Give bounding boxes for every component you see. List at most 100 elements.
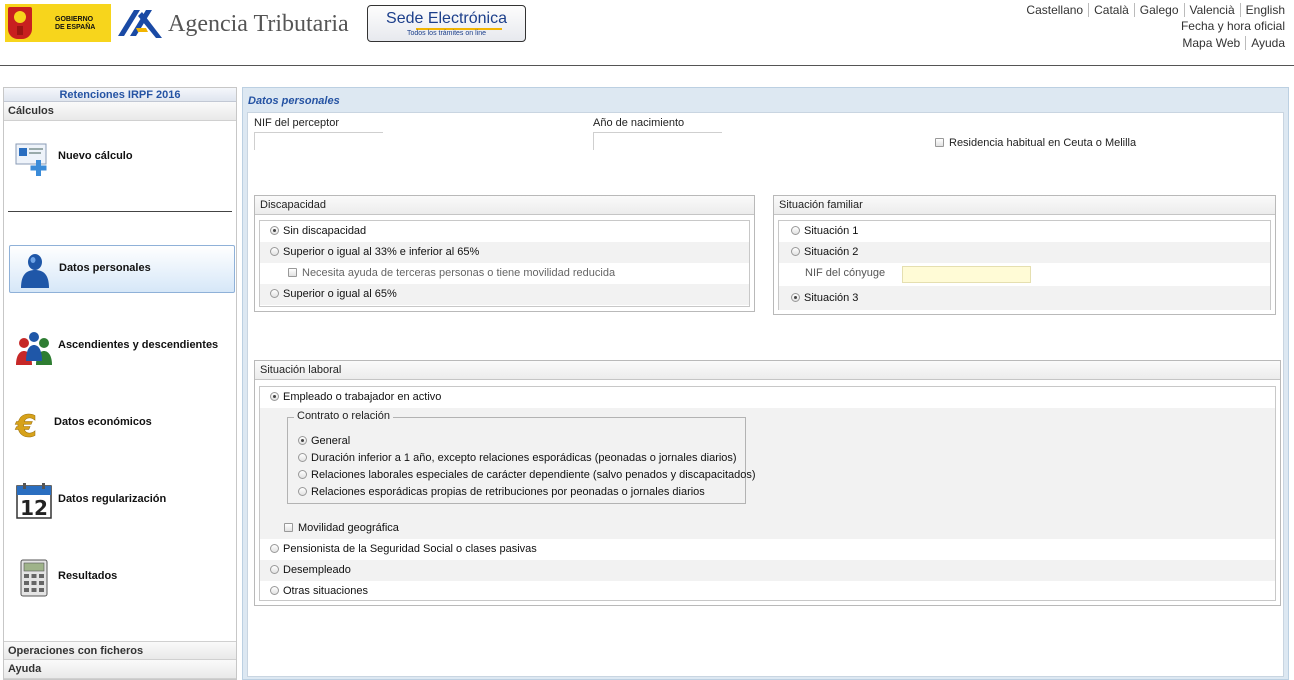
discapacidad-33-65-radio[interactable] [270,247,279,256]
list-item: Desempleado [260,560,1275,581]
nif-perceptor-input[interactable] [254,132,383,150]
discapacidad-title: Discapacidad [255,196,754,215]
ayuda-terceras-personas-option[interactable]: Necesita ayuda de terceras personas o ti… [288,267,615,279]
pensionista-radio[interactable] [270,544,279,553]
ayuda-terceras-checkbox[interactable] [288,268,297,277]
situacion-3-radio[interactable] [791,293,800,302]
gob-line2: DE ESPAÑA [55,24,96,31]
pensionista-option[interactable]: Pensionista de la Seguridad Social o cla… [270,543,537,555]
situacion-2-option[interactable]: Situación 2 [791,246,858,258]
fecha-hora-link[interactable]: Fecha y hora oficial [1181,19,1285,33]
contrato-general-option[interactable]: General [298,435,350,447]
list-item: Otras situaciones [260,581,1275,602]
discapacidad-33-65-option[interactable]: Superior o igual al 33% e inferior al 65… [270,246,479,258]
calendar-icon: 12 [16,483,52,520]
list-item: Necesita ayuda de terceras personas o ti… [260,263,749,284]
movilidad-checkbox[interactable] [284,523,293,532]
discapacidad-options: Sin discapacidad Superior o igual al 33%… [259,220,750,307]
list-item: Situación 3 [779,286,1270,310]
option-label: Pensionista de la Seguridad Social o cla… [283,543,537,555]
option-label: Otras situaciones [283,585,368,597]
option-label: General [311,435,351,447]
nif-conyuge-input[interactable] [902,266,1031,283]
sidebar-item-datos-regularizacion[interactable]: 12 Datos regularización [9,477,235,525]
residencia-checkbox[interactable] [935,138,944,147]
sede-electronica-button[interactable]: Sede Electrónica Todos los trámites on l… [367,5,526,42]
sidebar-item-label: Datos económicos [54,416,152,428]
contrato-inferior-radio[interactable] [298,453,307,462]
sidebar-title: Retenciones IRPF 2016 [4,88,236,102]
situacion-1-option[interactable]: Situación 1 [791,225,858,237]
site-header: GOBIERNO DE ESPAÑA Agencia Tributaria Se… [0,0,1294,66]
option-label: Relaciones esporádicas propias de retrib… [311,486,705,498]
ayuda-link[interactable]: Ayuda [1245,36,1285,50]
desempleado-radio[interactable] [270,565,279,574]
list-item: Superior o igual al 65% [260,284,749,305]
sidebar-divider [8,211,232,212]
contrato-area: Contrato o relación General Duración inf… [260,408,1275,539]
lang-castellano[interactable]: Castellano [1026,3,1083,17]
movilidad-geografica-option[interactable]: Movilidad geográfica [284,522,399,534]
contrato-inferior-1-anio-option[interactable]: Duración inferior a 1 año, excepto relac… [298,452,737,464]
sidebar-item-label: Ascendientes y descendientes [58,339,219,351]
sin-discapacidad-radio[interactable] [270,226,279,235]
sidebar-item-label: Resultados [58,570,118,582]
situacion-laboral-fieldset: Situación laboral Empleado o trabajador … [254,360,1281,606]
sidebar-item-resultados[interactable]: Resultados [9,554,235,602]
lang-valencia[interactable]: Valencià [1183,3,1235,17]
sidebar-item-datos-personales[interactable]: Datos personales [9,245,235,293]
option-label: Superior o igual al 33% e inferior al 65… [283,246,480,258]
gobierno-logo-text: GOBIERNO DE ESPAÑA [55,16,95,32]
sidebar-item-label: Datos regularización [58,493,167,505]
sidebar-item-ascendientes-descendientes[interactable]: Ascendientes y descendientes [9,323,235,371]
sede-title: Sede Electrónica [386,10,507,27]
coat-of-arms-icon [8,7,32,39]
residencia-ceuta-melilla-option[interactable]: Residencia habitual en Ceuta o Melilla [935,137,1136,149]
situacion-familiar-fieldset: Situación familiar Situación 1 Situación… [773,195,1276,315]
residencia-label: Residencia habitual en Ceuta o Melilla [949,137,1137,149]
left-navigation-panel: Retenciones IRPF 2016 Cálculos Nuevo cál… [3,87,237,680]
situacion-3-option[interactable]: Situación 3 [791,292,858,304]
contrato-relacion-group: Contrato o relación General Duración inf… [287,410,756,504]
empleado-activo-option[interactable]: Empleado o trabajador en activo [270,391,441,403]
contrato-especiales-option[interactable]: Relaciones laborales especiales de carác… [298,469,756,481]
lang-galego[interactable]: Galego [1133,3,1179,17]
option-label: Relaciones laborales especiales de carác… [311,469,756,481]
discapacidad-65-option[interactable]: Superior o igual al 65% [270,288,397,300]
desempleado-option[interactable]: Desempleado [270,564,351,576]
agency-title[interactable]: Agencia Tributaria [168,11,349,38]
empleado-activo-radio[interactable] [270,392,279,401]
nuevo-calculo-button[interactable]: Nuevo cálculo [9,134,235,182]
nuevo-calculo-label: Nuevo cálculo [58,150,133,162]
gobierno-espana-logo[interactable]: GOBIERNO DE ESPAÑA [5,4,111,42]
section-ayuda[interactable]: Ayuda [4,660,236,679]
anio-nacimiento-input[interactable] [593,132,722,150]
sin-discapacidad-option[interactable]: Sin discapacidad [270,225,366,237]
agencia-tributaria-logo-icon[interactable] [116,6,164,42]
contrato-especiales-radio[interactable] [298,470,307,479]
discapacidad-65-radio[interactable] [270,289,279,298]
situacion-2-radio[interactable] [791,247,800,256]
sidebar-item-datos-economicos[interactable]: € Datos económicos [9,400,235,448]
section-operaciones-ficheros[interactable]: Operaciones con ficheros [4,641,236,660]
new-document-icon [15,143,47,176]
anio-nacimiento-label: Año de nacimiento [593,117,685,129]
list-item: Situación 2 [779,242,1270,263]
option-label: Duración inferior a 1 año, excepto relac… [311,452,737,464]
otras-situaciones-radio[interactable] [270,586,279,595]
contrato-esporadicas-radio[interactable] [298,487,307,496]
mapa-web-link[interactable]: Mapa Web [1182,36,1240,50]
lang-english[interactable]: English [1239,3,1285,17]
discapacidad-fieldset: Discapacidad Sin discapacidad Superior o… [254,195,755,312]
list-item: Superior o igual al 33% e inferior al 65… [260,242,749,263]
contrato-general-radio[interactable] [298,436,307,445]
lang-catala[interactable]: Català [1088,3,1129,17]
list-item: Pensionista de la Seguridad Social o cla… [260,539,1275,560]
form-body: NIF del perceptor Año de nacimiento Resi… [247,112,1284,677]
otras-situaciones-option[interactable]: Otras situaciones [270,585,368,597]
contrato-esporadicas-option[interactable]: Relaciones esporádicas propias de retrib… [298,486,705,498]
nif-perceptor-label: NIF del perceptor [254,117,339,129]
section-calculos[interactable]: Cálculos [4,102,236,121]
situacion-1-radio[interactable] [791,226,800,235]
option-label: Empleado o trabajador en activo [283,391,442,403]
